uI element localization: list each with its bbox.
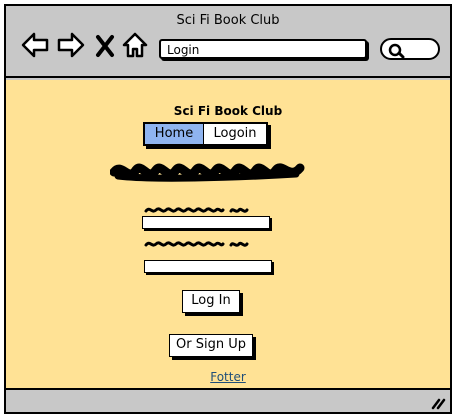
close-x-icon[interactable] <box>94 30 116 60</box>
field-label-scribble <box>144 207 249 213</box>
resize-grip-icon[interactable] <box>430 396 446 410</box>
password-field[interactable] <box>144 260 272 273</box>
username-field[interactable] <box>142 216 270 229</box>
browser-statusbar <box>6 388 450 412</box>
window-title: Sci Fi Book Club <box>176 13 280 28</box>
browser-titlebar: Sci Fi Book Club Login <box>6 6 450 78</box>
search-icon <box>388 43 405 59</box>
heading-scribble <box>110 163 305 182</box>
browser-window: Sci Fi Book Club Login Sci Fi Book Club <box>4 4 452 414</box>
app-title: Sci Fi Book Club <box>173 104 283 118</box>
search-button[interactable] <box>380 38 440 60</box>
home-icon[interactable] <box>121 30 149 60</box>
back-arrow-icon[interactable] <box>20 30 50 60</box>
login-button[interactable]: Log In <box>182 290 240 313</box>
tab-bar: Home Logoin <box>143 122 268 146</box>
page-content: Sci Fi Book Club Home Logoin Log In Or S… <box>6 80 450 388</box>
url-input[interactable]: Login <box>159 39 367 59</box>
tab-home[interactable]: Home <box>145 124 204 144</box>
footer-link[interactable]: Fotter <box>6 370 450 384</box>
forward-arrow-icon[interactable] <box>56 30 86 60</box>
field-label-scribble <box>144 241 249 247</box>
signup-button[interactable]: Or Sign Up <box>169 334 253 357</box>
tab-login[interactable]: Logoin <box>204 124 266 144</box>
